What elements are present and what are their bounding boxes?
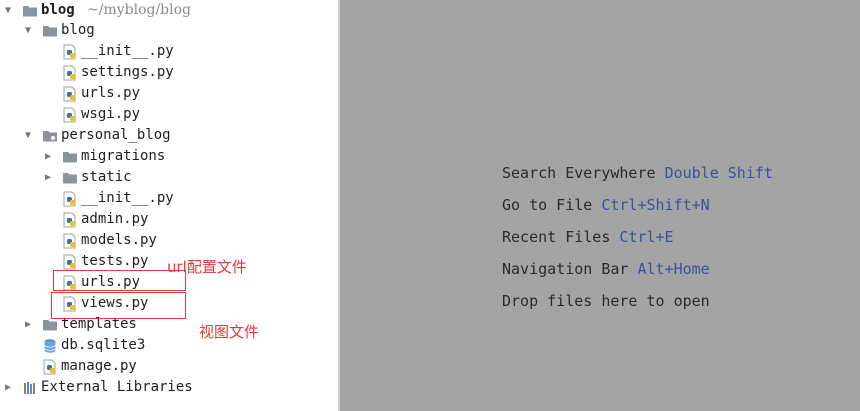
tree-item-file[interactable]: urls.py	[0, 83, 338, 104]
python-file-icon	[63, 107, 76, 123]
hint-label: Recent Files	[502, 228, 611, 246]
hint-recent-files: Recent Files Ctrl+E	[502, 226, 674, 248]
python-file-icon	[63, 86, 76, 102]
tree-item-label: models.py	[81, 232, 157, 248]
tree-item-label: migrations	[81, 148, 166, 164]
views-highlight-box	[51, 292, 186, 319]
tree-item-label: settings.py	[81, 64, 174, 80]
expand-arrow-icon[interactable]: ▼	[22, 125, 34, 146]
hint-shortcut: Alt+Home	[637, 260, 710, 278]
tree-item-personal-blog[interactable]: ▼ personal_blog	[0, 125, 338, 146]
collapse-arrow-icon[interactable]: ▶	[42, 146, 54, 167]
python-file-icon	[63, 65, 76, 81]
tree-item-file[interactable]: __init__.py	[0, 41, 338, 62]
tree-item-label: wsgi.py	[81, 106, 141, 122]
tree-root-blog[interactable]: ▼ blog ~/myblog/blog	[0, 0, 338, 21]
tree-item-file[interactable]: wsgi.py	[0, 104, 338, 125]
tree-item-file[interactable]: admin.py	[0, 209, 338, 230]
python-file-icon	[63, 233, 76, 249]
views-annotation: 视图文件	[199, 323, 260, 341]
library-icon	[24, 382, 35, 394]
python-file-icon	[63, 44, 76, 60]
tree-item-label: db.sqlite3	[61, 337, 146, 353]
hint-shortcut: Double Shift	[664, 164, 773, 182]
folder-icon	[43, 26, 57, 37]
tree-item-label: urls.py	[81, 85, 141, 101]
python-file-icon	[63, 254, 76, 270]
collapse-arrow-icon[interactable]: ▶	[2, 377, 14, 398]
tree-item-label: External Libraries	[41, 379, 193, 395]
folder-icon	[63, 173, 77, 184]
hint-navigation-bar: Navigation Bar Alt+Home	[502, 258, 710, 280]
tree-item-file[interactable]: models.py	[0, 230, 338, 251]
collapse-arrow-icon[interactable]: ▶	[22, 314, 34, 335]
folder-icon	[23, 6, 37, 17]
hint-shortcut: Ctrl+Shift+N	[601, 196, 710, 214]
urls-annotation: url配置文件	[167, 258, 247, 276]
tree-item-blog[interactable]: ▼ blog	[0, 20, 338, 41]
python-file-icon	[63, 191, 76, 207]
tree-item-file[interactable]: settings.py	[0, 62, 338, 83]
tree-item-file[interactable]: __init__.py	[0, 188, 338, 209]
folder-icon	[43, 320, 57, 331]
hint-label: Navigation Bar	[502, 260, 629, 278]
hint-label: Drop files here to open	[502, 292, 710, 310]
tree-item-label: __init__.py	[81, 190, 174, 206]
hint-search-everywhere: Search Everywhere Double Shift	[502, 162, 773, 184]
hint-label: Go to File	[502, 196, 593, 214]
tree-item-migrations[interactable]: ▶ migrations	[0, 146, 338, 167]
editor-empty-area[interactable]: Search Everywhere Double Shift Go to Fil…	[340, 0, 860, 411]
collapse-arrow-icon[interactable]: ▶	[42, 167, 54, 188]
hint-drop-files: Drop files here to open	[502, 290, 710, 312]
tree-item-label: admin.py	[81, 211, 149, 227]
python-file-icon	[43, 359, 56, 375]
tree-item-manage[interactable]: manage.py	[0, 356, 338, 377]
tree-item-label: tests.py	[81, 253, 149, 269]
tree-item-label: personal_blog	[61, 127, 171, 143]
hint-label: Search Everywhere	[502, 164, 656, 182]
tree-item-label: static	[81, 169, 132, 185]
package-folder-icon	[43, 131, 57, 142]
tree-item-static[interactable]: ▶ static	[0, 167, 338, 188]
expand-arrow-icon[interactable]: ▼	[2, 0, 14, 21]
hint-go-to-file: Go to File Ctrl+Shift+N	[502, 194, 710, 216]
tree-item-external-libraries[interactable]: ▶ External Libraries	[0, 377, 338, 398]
tree-item-label: blog	[61, 22, 95, 38]
folder-icon	[63, 152, 77, 163]
project-tree-panel: ▼ blog ~/myblog/blog ▼ blog __init__.py …	[0, 0, 338, 411]
tree-item-label: __init__.py	[81, 43, 174, 59]
hint-shortcut: Ctrl+E	[619, 228, 674, 246]
tree-item-db[interactable]: db.sqlite3	[0, 335, 338, 356]
tree-item-label: manage.py	[61, 358, 137, 374]
project-path: ~/myblog/blog	[87, 2, 192, 18]
python-file-icon	[63, 212, 76, 228]
project-name: blog	[41, 2, 75, 18]
database-icon	[44, 339, 56, 353]
expand-arrow-icon[interactable]: ▼	[22, 20, 34, 41]
